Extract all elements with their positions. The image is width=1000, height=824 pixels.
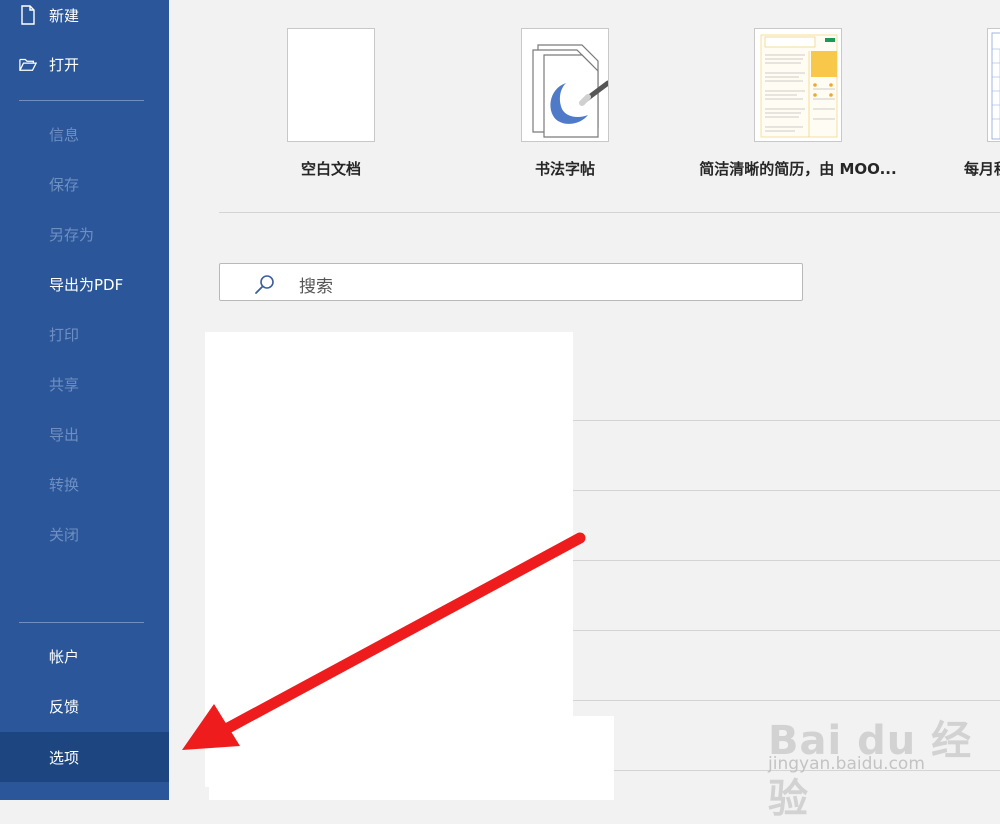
red-arrow-annotation <box>182 532 586 750</box>
baidu-watermark: Bai du 经验 jingyan.baidu.com <box>768 688 1000 822</box>
watermark-url: jingyan.baidu.com <box>768 754 925 774</box>
